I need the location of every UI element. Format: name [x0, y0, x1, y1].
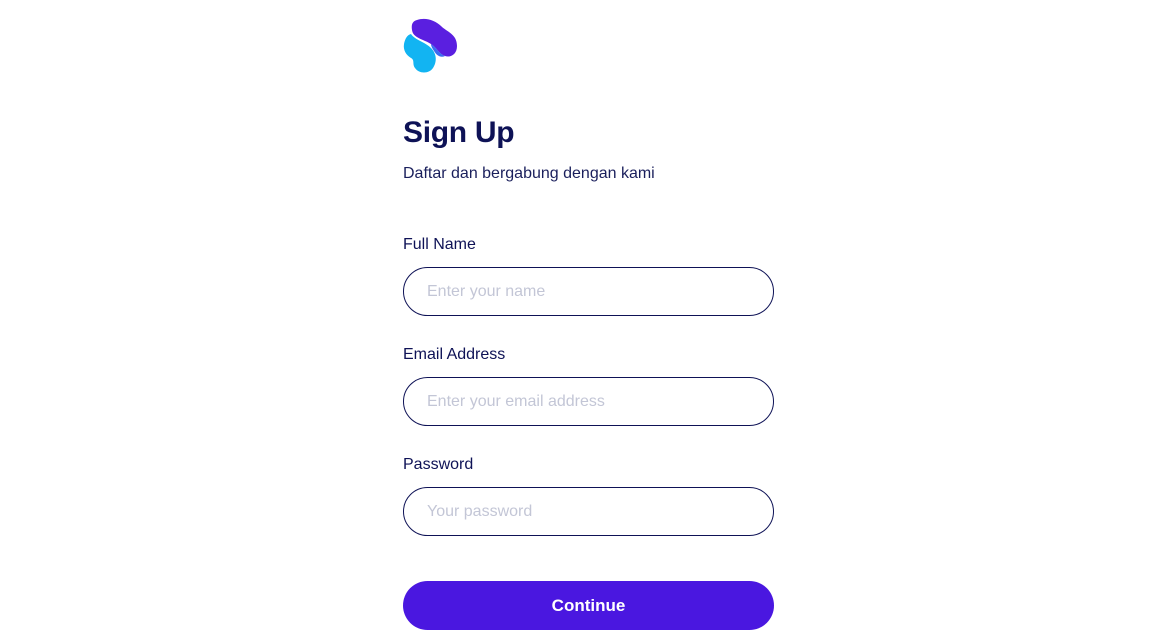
password-input[interactable]: [403, 487, 774, 536]
email-input[interactable]: [403, 377, 774, 426]
brand-s-logo-icon: [403, 18, 457, 73]
page-subtitle: Daftar dan bergabung dengan kami: [403, 165, 655, 182]
email-label: Email Address: [403, 346, 506, 363]
full-name-input[interactable]: [403, 267, 774, 316]
page-title: Sign Up: [403, 116, 515, 149]
full-name-label: Full Name: [403, 236, 476, 253]
continue-button[interactable]: Continue: [403, 581, 774, 630]
password-label: Password: [403, 456, 474, 473]
